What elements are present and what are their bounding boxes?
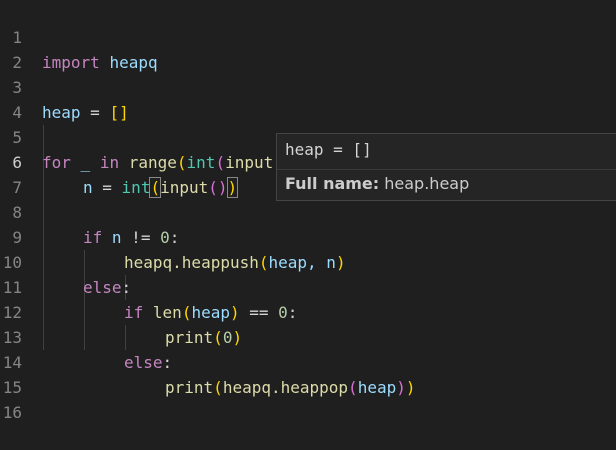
code-line[interactable]: 14 print(heapq.heappop(heap)) bbox=[0, 325, 416, 397]
line-number: 16 bbox=[2, 403, 22, 422]
code-line[interactable]: 5 for _ in range(int(input())): bbox=[0, 100, 321, 172]
code-line[interactable]: 16 bbox=[0, 375, 39, 422]
full-name-label: Full name: bbox=[285, 174, 380, 193]
indent-guide bbox=[84, 250, 85, 350]
hover-divider bbox=[277, 169, 616, 170]
full-name-value: heap.heap bbox=[384, 174, 470, 193]
hover-signature: heap = [] bbox=[285, 140, 372, 159]
code-line[interactable]: 10 else: bbox=[0, 225, 131, 297]
code-line[interactable]: 11 if len(heap) == 0: bbox=[0, 250, 298, 322]
code-line[interactable]: 2 bbox=[0, 25, 39, 72]
hover-full-name: Full name: heap.heap bbox=[285, 174, 469, 193]
code-line[interactable]: 4 bbox=[0, 75, 39, 122]
code-line[interactable]: 13 else: bbox=[0, 300, 172, 372]
code-line[interactable]: 9 heapq.heappush(heap, n) bbox=[0, 200, 345, 272]
code-line[interactable]: 7 bbox=[0, 150, 39, 197]
code-editor[interactable]: 1 import heapq 2 3 heap = [] 4 5 for _ i… bbox=[0, 0, 616, 422]
hover-tooltip: heap = [] Full name: heap.heap bbox=[276, 133, 616, 201]
code-line[interactable]: 8 if n != 0: bbox=[0, 175, 179, 247]
code-line[interactable]: 3 heap = [] bbox=[0, 50, 128, 122]
code-line[interactable]: 1 import heapq bbox=[0, 0, 157, 72]
code-line[interactable]: 12 print(0) bbox=[0, 275, 242, 347]
code-line[interactable]: 15 bbox=[0, 350, 39, 397]
code-line-active[interactable]: 6 n = int(input()) bbox=[0, 125, 239, 198]
indent-guide bbox=[125, 325, 126, 350]
